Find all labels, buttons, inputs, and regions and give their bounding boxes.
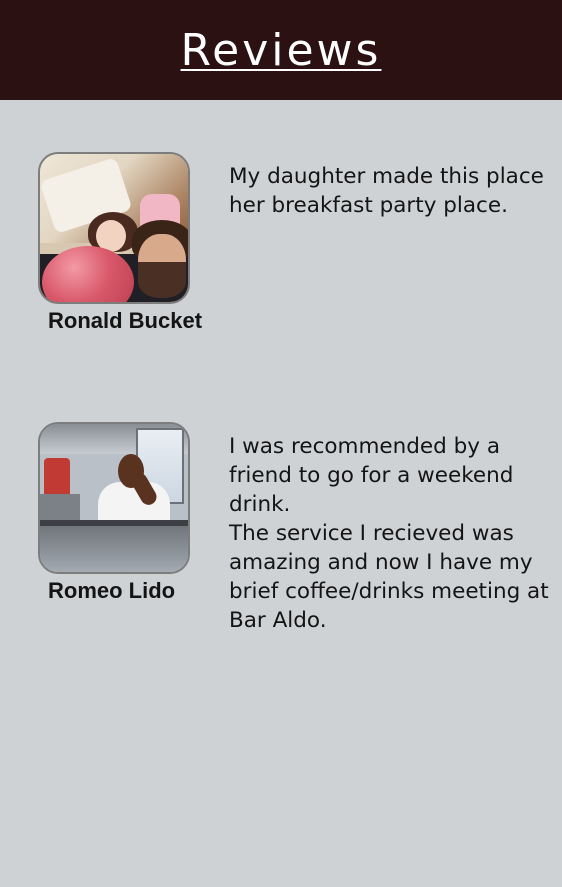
reviewer-name: Romeo Lido	[48, 578, 176, 603]
review-text: My daughter made this place her breakfas…	[229, 164, 544, 218]
reviewer-name: Ronald Bucket	[48, 308, 203, 333]
reviewer-avatar	[38, 422, 190, 574]
review-text: I was recommended by a friend to go for …	[229, 434, 549, 633]
page-title: Reviews	[180, 24, 382, 76]
page-header: Reviews	[0, 0, 562, 100]
reviewer-avatar	[38, 152, 190, 304]
